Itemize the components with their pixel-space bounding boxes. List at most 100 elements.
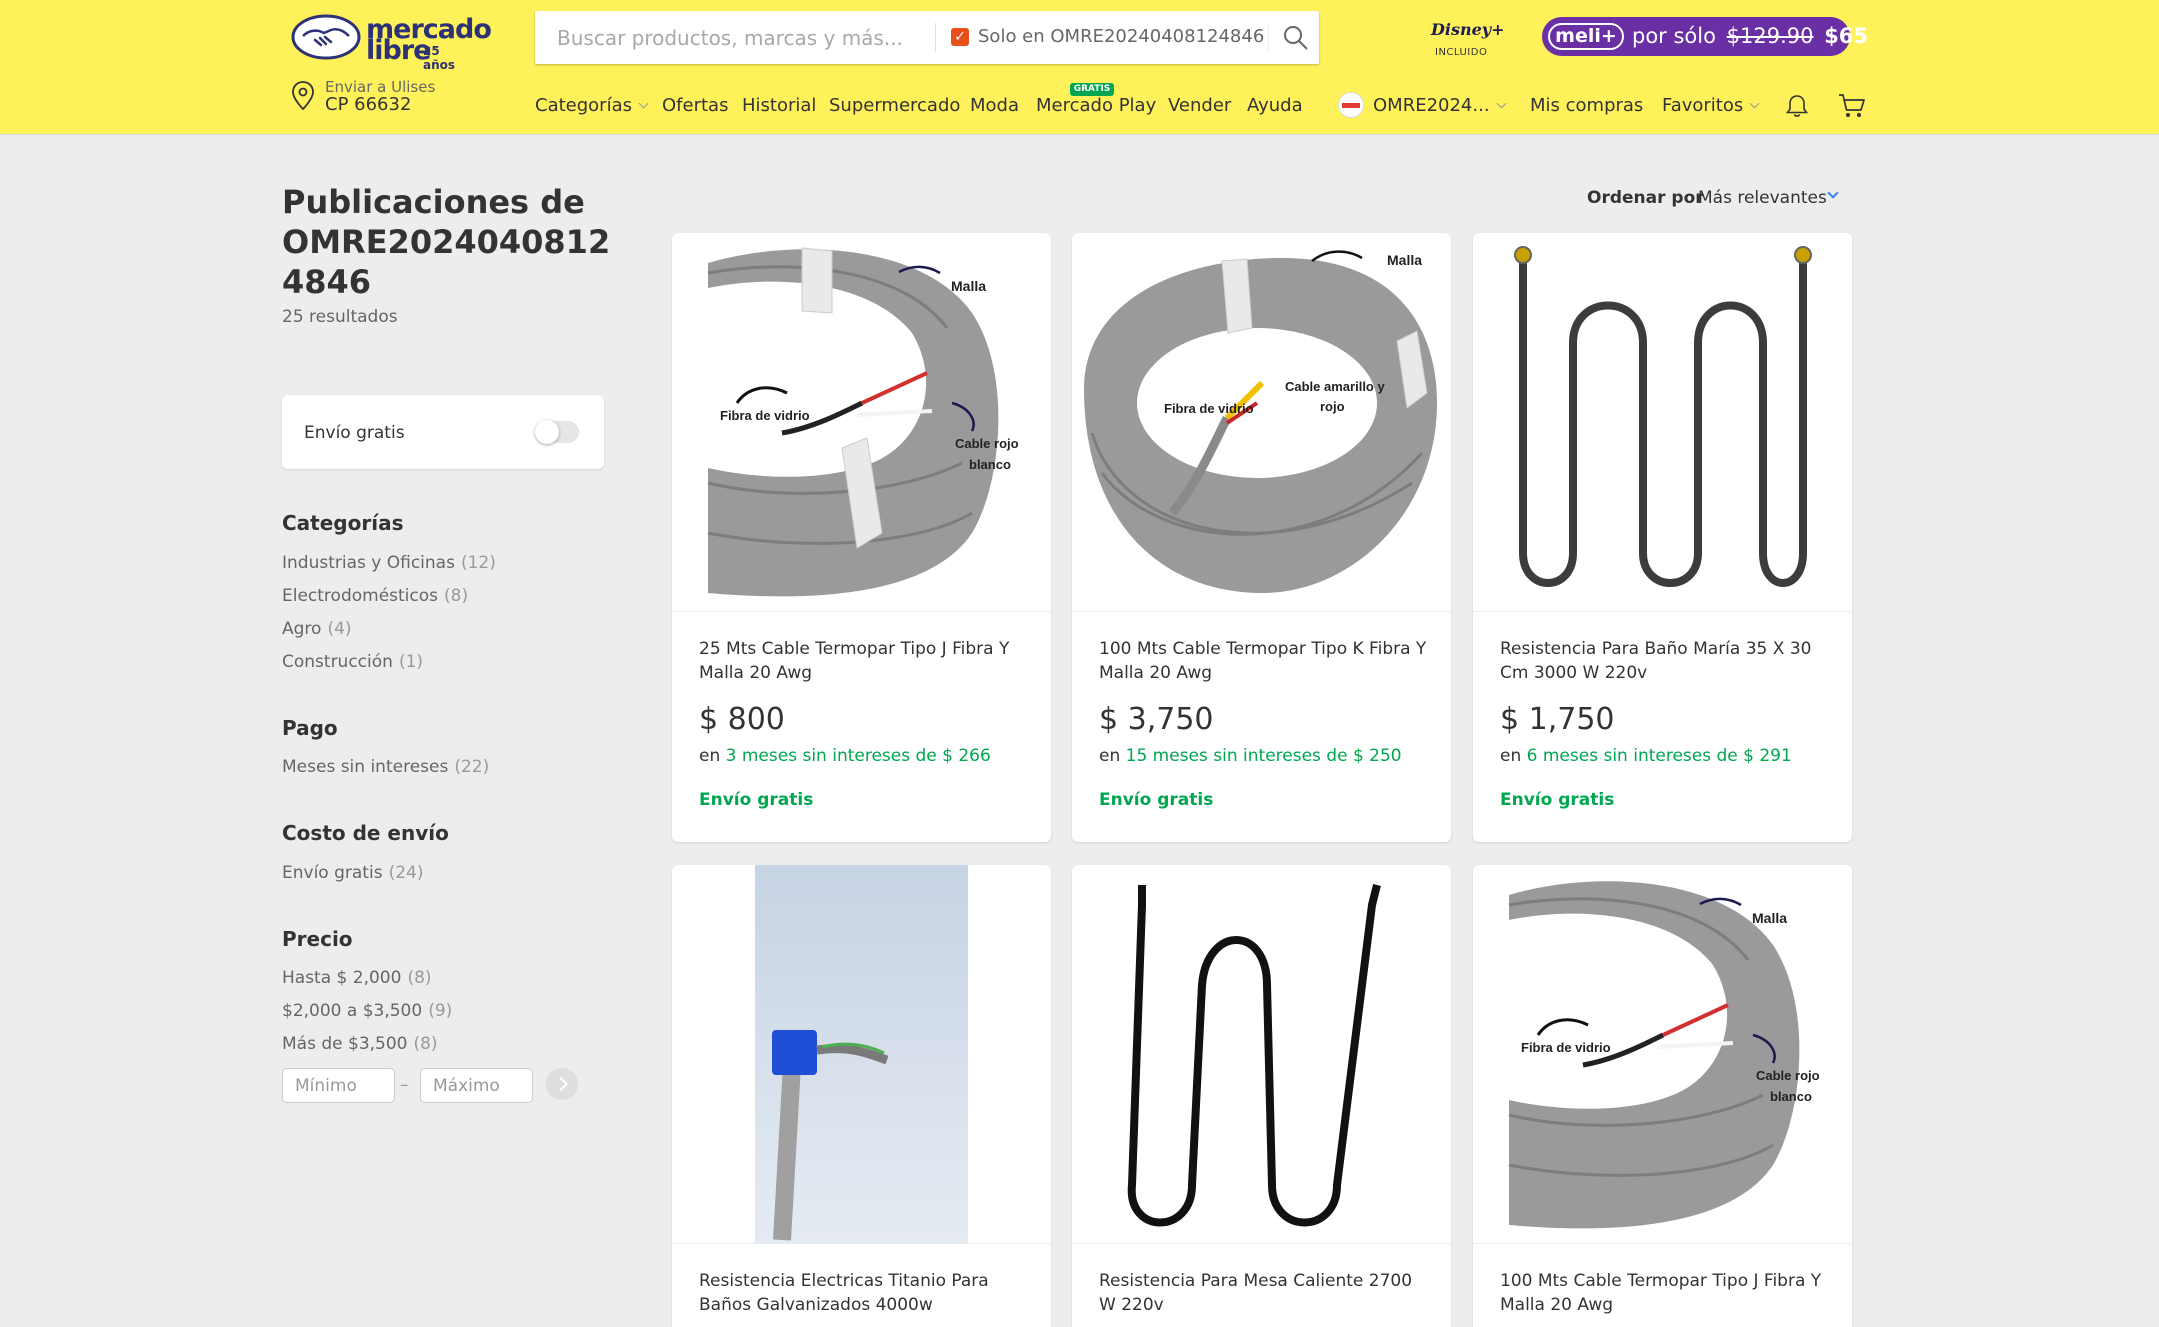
product-card[interactable]: Resistencia Electricas Titanio Para Baño…	[672, 865, 1051, 1327]
product-free-shipping: Envío gratis	[699, 790, 814, 810]
filter-category-item[interactable]: Construcción (1)	[282, 652, 423, 672]
product-installments: en 3 meses sin intereses de $ 266	[699, 746, 991, 766]
filter-count: (8)	[444, 586, 469, 606]
product-image: Malla Fibra de vidrio Cable amarillo y r…	[1072, 233, 1451, 612]
product-card[interactable]: Resistencia Para Baño María 35 X 30 Cm 3…	[1473, 233, 1852, 842]
filter-price-item[interactable]: Más de $3,500 (8)	[282, 1034, 438, 1054]
nav-mis-compras[interactable]: Mis compras	[1530, 95, 1643, 116]
filter-count: (4)	[327, 619, 352, 639]
price-range-dash: –	[400, 1075, 409, 1095]
image-label: Cable amarillo y	[1285, 379, 1385, 394]
product-card[interactable]: Resistencia Para Mesa Caliente 2700 W 22…	[1072, 865, 1451, 1327]
meli-plus-banner[interactable]: meli+ por sólo $129.90 $65	[1542, 17, 1868, 56]
product-image: Malla Fibra de vidrio Cable rojo blanco	[672, 233, 1051, 612]
chevron-down-icon	[1496, 98, 1507, 109]
image-label: Malla	[1387, 252, 1422, 268]
nav-mercado-play[interactable]: Mercado Play	[1036, 95, 1156, 116]
filter-count: (8)	[413, 1034, 438, 1054]
product-title: 25 Mts Cable Termopar Tipo J Fibra Y Mal…	[699, 639, 1010, 683]
store-filter-label: Solo en OMRE20240408124846	[978, 26, 1265, 47]
image-label: blanco	[969, 457, 1011, 472]
filter-category-item[interactable]: Electrodomésticos (8)	[282, 586, 468, 606]
filter-count: (8)	[407, 968, 432, 988]
nav-historial[interactable]: Historial	[742, 95, 816, 116]
product-card[interactable]: Malla Fibra de vidrio Cable amarillo y r…	[1072, 233, 1451, 842]
filter-label: Electrodomésticos	[282, 586, 439, 606]
nav-favoritos[interactable]: Favoritos	[1662, 95, 1760, 116]
filter-price-item[interactable]: $2,000 a $3,500 (9)	[282, 1001, 452, 1021]
product-image: Malla Fibra de vidrio Cable rojo blanco	[1473, 865, 1852, 1244]
search-divider	[935, 23, 936, 52]
filter-label: Meses sin intereses	[282, 757, 449, 777]
filter-price-item[interactable]: Hasta $ 2,000 (8)	[282, 968, 432, 988]
sort-dropdown[interactable]: Más relevantes	[1698, 188, 1827, 208]
search-bar: ✓ Solo en OMRE20240408124846	[535, 11, 1319, 64]
header: mercado libre 25 años ✓ Solo en OMRE2024…	[0, 0, 2159, 134]
nav-moda[interactable]: Moda	[970, 95, 1019, 116]
nav-favoritos-label: Favoritos	[1662, 95, 1744, 116]
product-image	[1072, 865, 1451, 1244]
product-title: Resistencia Para Baño María 35 X 30 Cm 3…	[1500, 639, 1812, 683]
meli-plus-old-price: $129.90	[1726, 24, 1814, 48]
mercado-libre-logo[interactable]: mercado libre 25 años	[291, 14, 492, 72]
product-card[interactable]: Malla Fibra de vidrio Cable rojo blanco …	[1473, 865, 1852, 1327]
disney-plus-logo: Disney+	[1431, 20, 1505, 39]
free-shipping-toggle[interactable]	[535, 420, 579, 444]
location-pin-icon	[292, 81, 314, 111]
product-title: 100 Mts Cable Termopar Tipo K Fibra Y Ma…	[1099, 639, 1427, 683]
filter-category-item[interactable]: Agro (4)	[282, 619, 352, 639]
store-filter-checkbox[interactable]: ✓	[951, 28, 969, 46]
filter-title-shipping-cost: Costo de envío	[282, 821, 449, 845]
filter-title-price: Precio	[282, 927, 353, 951]
delivery-location[interactable]: Enviar a Ulises CP 66632	[290, 78, 440, 120]
product-image	[1473, 233, 1852, 612]
cart-icon[interactable]	[1838, 93, 1866, 119]
nav-user-label: OMRE2024...	[1373, 95, 1490, 116]
nav-vender[interactable]: Vender	[1168, 95, 1231, 116]
avatar-stripe	[1342, 103, 1360, 108]
user-avatar[interactable]	[1338, 92, 1364, 118]
results-count: 25 resultados	[282, 307, 398, 327]
product-card[interactable]: Malla Fibra de vidrio Cable rojo blanco …	[672, 233, 1051, 842]
chevron-down-icon	[1749, 98, 1760, 109]
price-min-input[interactable]	[282, 1068, 395, 1103]
filter-label: $2,000 a $3,500	[282, 1001, 423, 1021]
product-price: $ 1,750	[1500, 702, 1615, 737]
price-apply-button[interactable]	[546, 1068, 578, 1100]
product-image	[672, 865, 1051, 1244]
disney-included-label: INCLUIDO	[1435, 47, 1488, 58]
filter-label: Más de $3,500	[282, 1034, 408, 1054]
filter-shipping-item[interactable]: Envío gratis (24)	[282, 863, 423, 883]
disney-plus-promo[interactable]: Disney+ INCLUIDO	[1425, 16, 1504, 62]
filter-title-categories: Categorías	[282, 511, 404, 535]
image-label: rojo	[1320, 399, 1345, 414]
nav-user-account[interactable]: OMRE2024...	[1373, 95, 1507, 116]
installments-prefix: en	[1500, 746, 1522, 766]
bell-icon[interactable]	[1784, 93, 1810, 119]
search-input[interactable]	[557, 24, 917, 52]
installments-prefix: en	[699, 746, 721, 766]
product-price: $ 3,750	[1099, 702, 1214, 737]
image-label: Fibra de vidrio	[720, 408, 810, 423]
search-button[interactable]	[1281, 23, 1311, 53]
filter-count: (12)	[460, 553, 496, 573]
location-postal-code: CP 66632	[325, 94, 412, 115]
nav-categorias-label: Categorías	[535, 95, 632, 116]
installments-prefix: en	[1099, 746, 1121, 766]
nav-supermercado[interactable]: Supermercado	[829, 95, 960, 116]
installments-text: 15 meses sin intereses de $ 250	[1125, 746, 1402, 766]
price-max-input[interactable]	[420, 1068, 533, 1103]
product-installments: en 15 meses sin intereses de $ 250	[1099, 746, 1402, 766]
product-free-shipping: Envío gratis	[1500, 790, 1615, 810]
filter-payment-item[interactable]: Meses sin intereses (22)	[282, 757, 489, 777]
nav-ofertas[interactable]: Ofertas	[662, 95, 728, 116]
filter-category-item[interactable]: Industrias y Oficinas (12)	[282, 553, 496, 573]
heating-element-image	[1127, 884, 1381, 1227]
nav-categorias[interactable]: Categorías	[535, 95, 649, 116]
toggle-knob	[535, 420, 559, 444]
page-title: Publicaciones de OMRE20240408124846	[282, 183, 611, 301]
chevron-down-icon	[1827, 187, 1839, 199]
nav-ayuda[interactable]: Ayuda	[1247, 95, 1303, 116]
image-label: Cable rojo	[955, 436, 1019, 451]
filter-count: (22)	[454, 757, 490, 777]
